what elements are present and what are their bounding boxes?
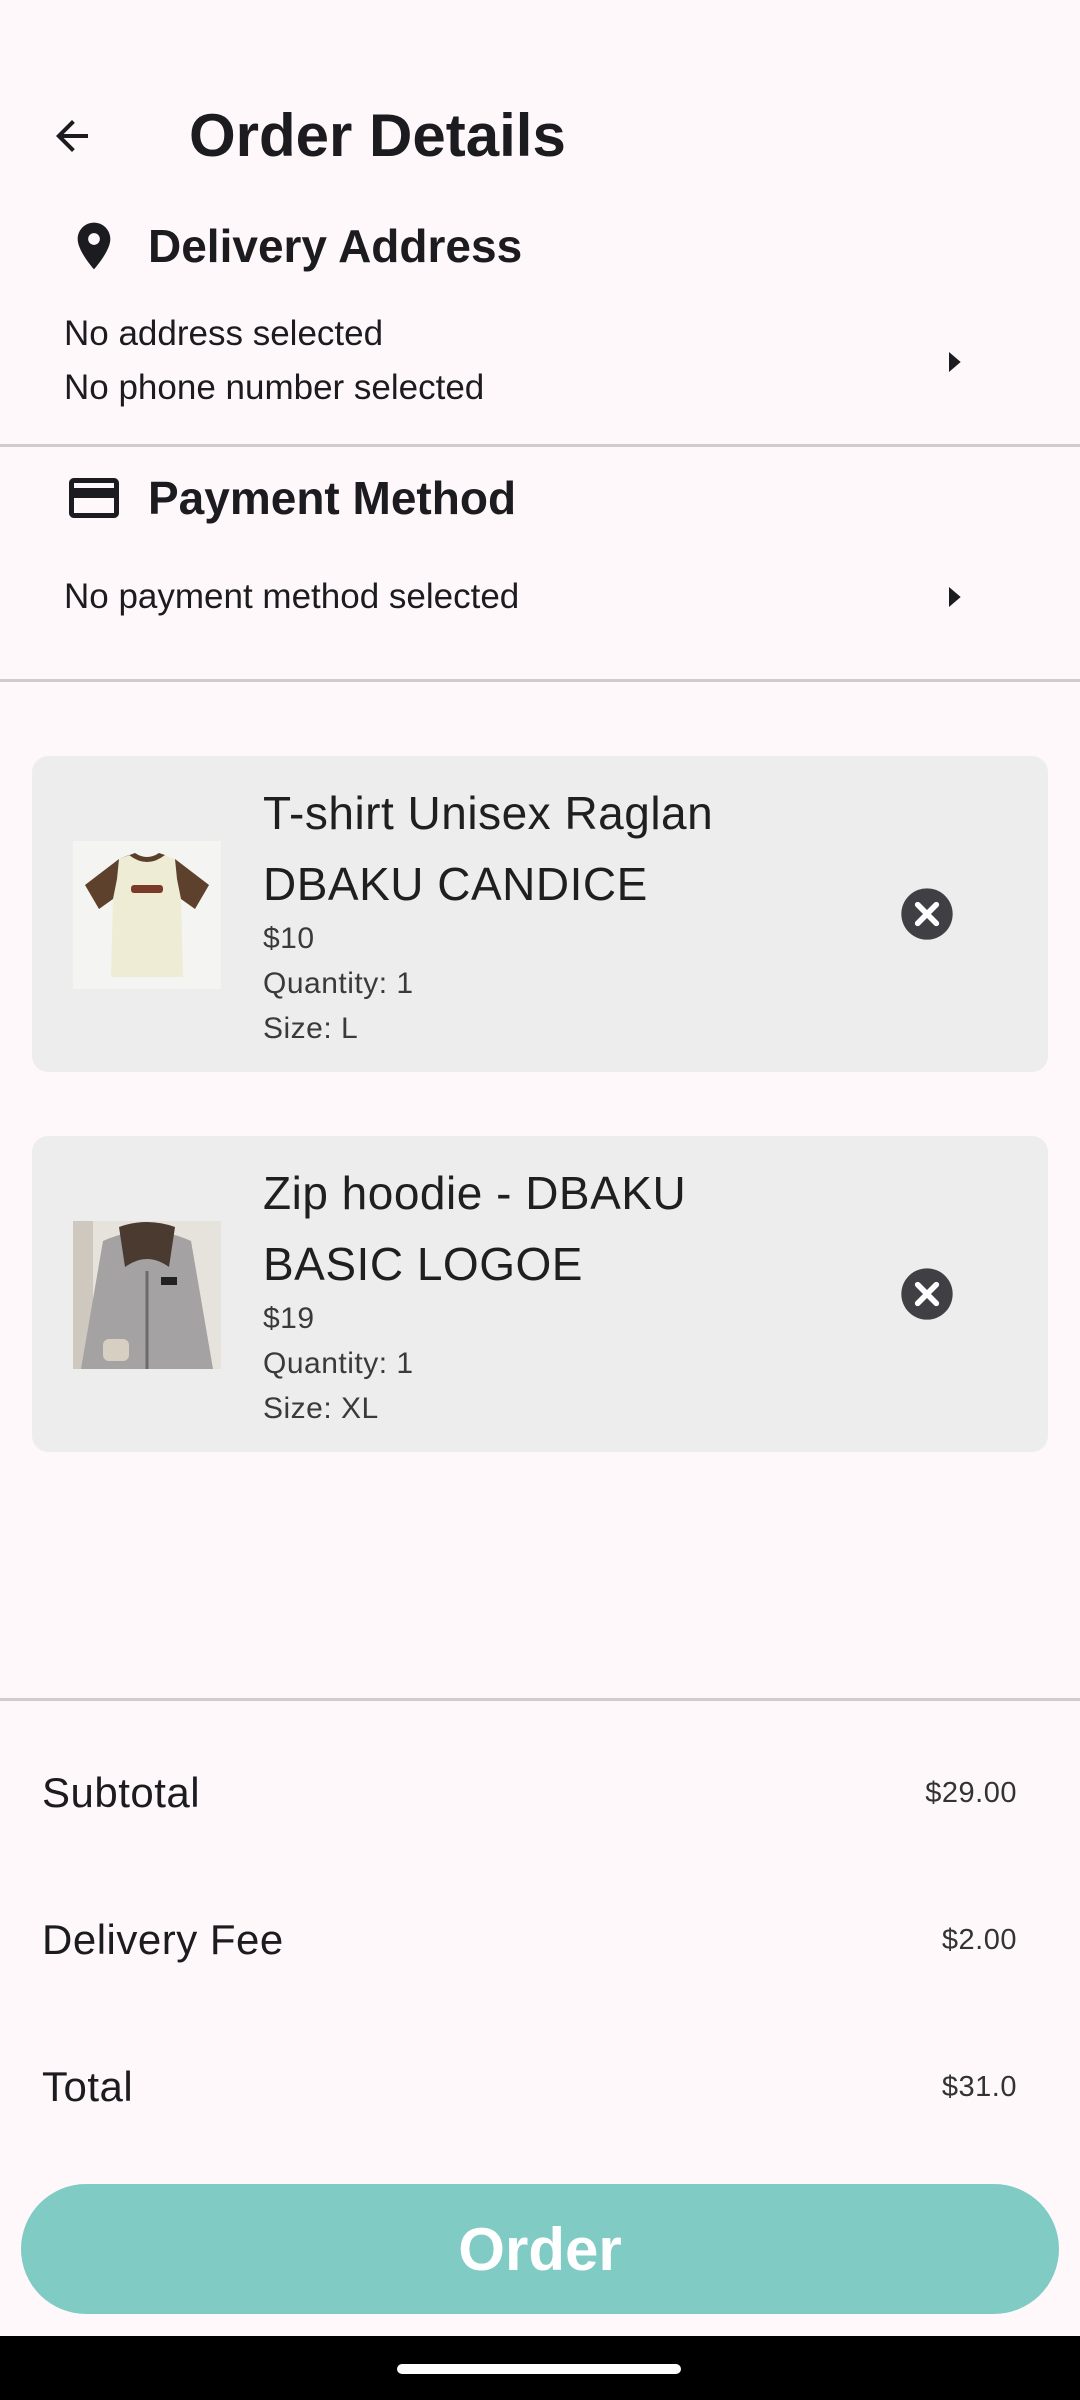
total-row: Total $31.0 (42, 2057, 1017, 2117)
cart-item-card[interactable]: Zip hoodie - DBAKU BASIC LOGOE $19 Quant… (32, 1136, 1048, 1452)
delivery-address-details: No address selected No phone number sele… (64, 307, 484, 415)
item-price: $10 (263, 922, 315, 955)
delivery-fee-value: $2.00 (941, 1923, 1017, 1956)
total-label: Total (42, 2063, 134, 2110)
payment-method-title: Payment Method (148, 472, 517, 524)
item-name: T-shirt Unisex Raglan DBAKU CANDICE (263, 787, 714, 910)
page-title: Order Details (189, 102, 566, 169)
divider (0, 1698, 1080, 1701)
system-navigation-bar (0, 2336, 1080, 2400)
phone-text: No phone number selected (64, 368, 485, 407)
delivery-address-header: Delivery Address (62, 214, 522, 278)
chevron-right-icon[interactable] (930, 573, 978, 621)
subtotal-label: Subtotal (42, 1769, 201, 1816)
delivery-fee-label: Delivery Fee (42, 1916, 284, 1963)
location-pin-icon (62, 214, 126, 278)
back-button[interactable] (36, 100, 108, 172)
subtotal-row: Subtotal $29.00 (42, 1763, 1017, 1823)
item-quantity: Quantity: 1 (263, 967, 414, 1000)
payment-method-section[interactable]: Payment Method No payment method selecte… (0, 447, 1080, 679)
item-size: Size: XL (263, 1392, 379, 1425)
close-circle-icon (901, 888, 953, 940)
app-bar: Order Details (0, 64, 1080, 208)
remove-item-button[interactable] (896, 1263, 958, 1325)
item-size: Size: L (263, 1012, 359, 1045)
subtotal-value: $29.00 (925, 1776, 1017, 1809)
credit-card-icon (62, 466, 126, 530)
order-button[interactable]: Order (21, 2184, 1059, 2314)
address-text: No address selected (64, 314, 384, 353)
order-button-label: Order (458, 2215, 622, 2283)
divider (0, 679, 1080, 682)
close-circle-icon (901, 1268, 953, 1320)
remove-item-button[interactable] (896, 883, 958, 945)
payment-method-text: No payment method selected (64, 577, 520, 616)
chevron-right-icon[interactable] (930, 338, 978, 386)
item-name: Zip hoodie - DBAKU BASIC LOGOE (263, 1167, 687, 1290)
delivery-fee-row: Delivery Fee $2.00 (42, 1910, 1017, 1970)
arrow-back-icon (56, 120, 88, 152)
delivery-address-title: Delivery Address (148, 220, 523, 272)
status-bar (0, 0, 1080, 64)
tshirt-product-image (73, 841, 221, 989)
hoodie-product-image (73, 1221, 221, 1369)
total-value: $31.0 (941, 2070, 1017, 2103)
item-price: $19 (263, 1302, 315, 1335)
item-quantity: Quantity: 1 (263, 1347, 414, 1380)
delivery-address-section[interactable]: Delivery Address No address selected No … (0, 208, 1080, 446)
payment-method-header: Payment Method (62, 466, 516, 530)
home-gesture-handle[interactable] (397, 2364, 681, 2374)
cart-item-card[interactable]: T-shirt Unisex Raglan DBAKU CANDICE $10 … (32, 756, 1048, 1072)
order-details-screen: Order Details Delivery Address No addres… (0, 0, 1080, 2400)
